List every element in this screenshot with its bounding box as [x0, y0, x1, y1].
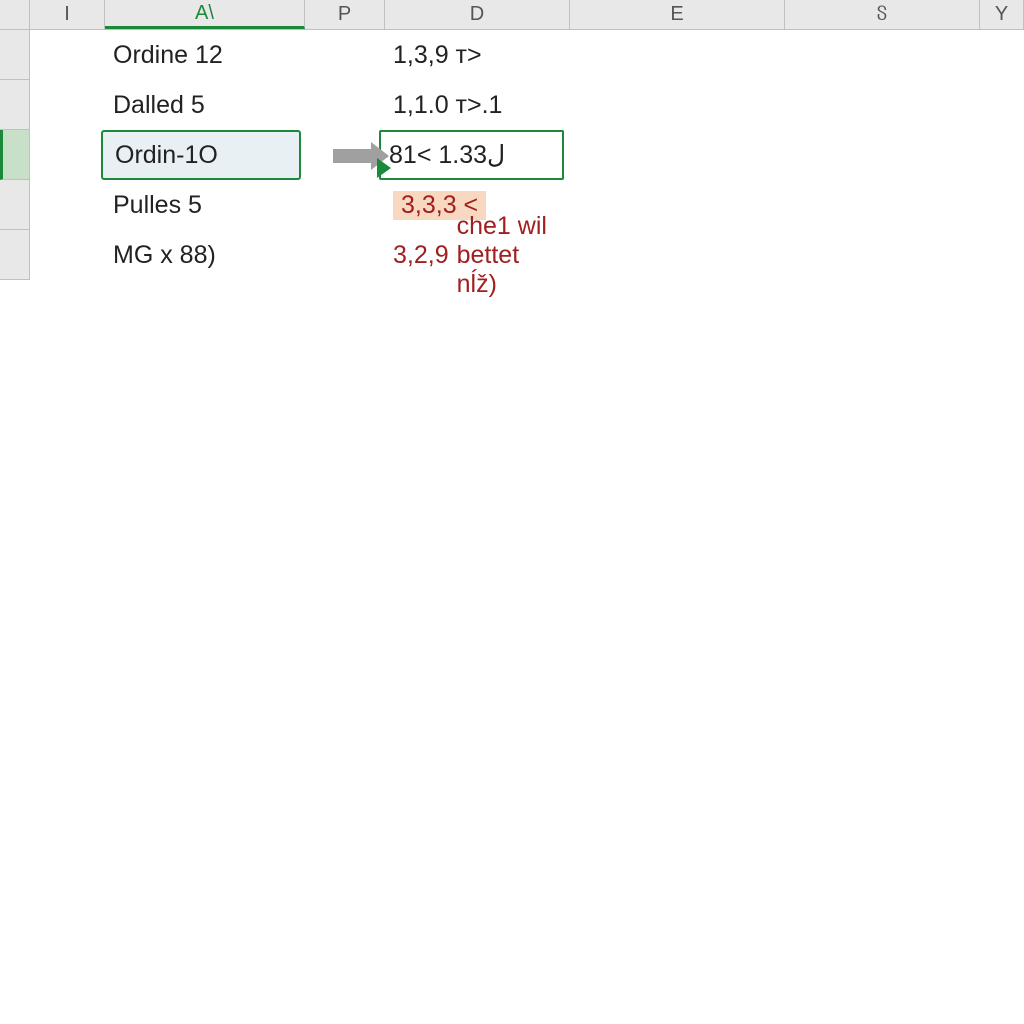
cell-value: 3,2,9	[393, 241, 449, 270]
cell[interactable]: 1,3,9 т>	[385, 30, 570, 80]
cell[interactable]: Dalled 5	[105, 80, 305, 130]
column-header-A[interactable]: A\	[105, 0, 305, 29]
cell[interactable]	[305, 80, 385, 130]
row-header-1[interactable]	[0, 30, 29, 80]
cell[interactable]	[305, 180, 385, 230]
column-header-I[interactable]: I	[30, 0, 105, 29]
table-row: MG x 88) 3,2,9 che1 wil bettet nĺž)	[30, 230, 1024, 280]
cell[interactable]: 1,1.0 т>.1	[385, 80, 570, 130]
column-header-E[interactable]: E	[570, 0, 785, 29]
grid-body: Ordine 12 1,3,9 т> Dalled 5 1,1.0 т>.1 O…	[0, 30, 1024, 280]
cell[interactable]	[305, 230, 385, 280]
table-row: Dalled 5 1,1.0 т>.1	[30, 80, 1024, 130]
row-header-3[interactable]	[0, 130, 29, 180]
table-row: Ordine 12 1,3,9 т>	[30, 30, 1024, 80]
column-header-D[interactable]: D	[385, 0, 570, 29]
cell[interactable]: MG x 88)	[105, 230, 305, 280]
column-header-P[interactable]: P	[305, 0, 385, 29]
table-row: Ordin-1O ل1.33 >81	[30, 130, 1024, 180]
select-all-corner[interactable]	[0, 0, 30, 29]
row-headers	[0, 30, 30, 280]
row-header-4[interactable]	[0, 180, 29, 230]
cell[interactable]: Pulles 5	[105, 180, 305, 230]
trace-arrow-icon	[333, 138, 403, 174]
column-header-S[interactable]: ჽ	[785, 0, 980, 29]
row-header-5[interactable]	[0, 230, 29, 280]
cell[interactable]	[30, 230, 105, 280]
row-header-2[interactable]	[0, 80, 29, 130]
column-header-Y[interactable]: Y	[980, 0, 1024, 29]
cell[interactable]	[30, 130, 105, 180]
cell[interactable]: 3,2,9 che1 wil bettet nĺž)	[385, 230, 570, 280]
cell-value-extra: che1 wil bettet nĺž)	[457, 212, 562, 299]
selected-cell-A[interactable]: Ordin-1O	[101, 130, 301, 180]
cell[interactable]	[30, 30, 105, 80]
cell[interactable]	[305, 30, 385, 80]
column-headers: I A\ P D E ჽ Y	[0, 0, 1024, 30]
cell[interactable]	[30, 180, 105, 230]
cell[interactable]	[30, 80, 105, 130]
cells-area[interactable]: Ordine 12 1,3,9 т> Dalled 5 1,1.0 т>.1 O…	[30, 30, 1024, 280]
cell[interactable]: Ordine 12	[105, 30, 305, 80]
selected-cell-D[interactable]: ل1.33 >81	[379, 130, 564, 180]
